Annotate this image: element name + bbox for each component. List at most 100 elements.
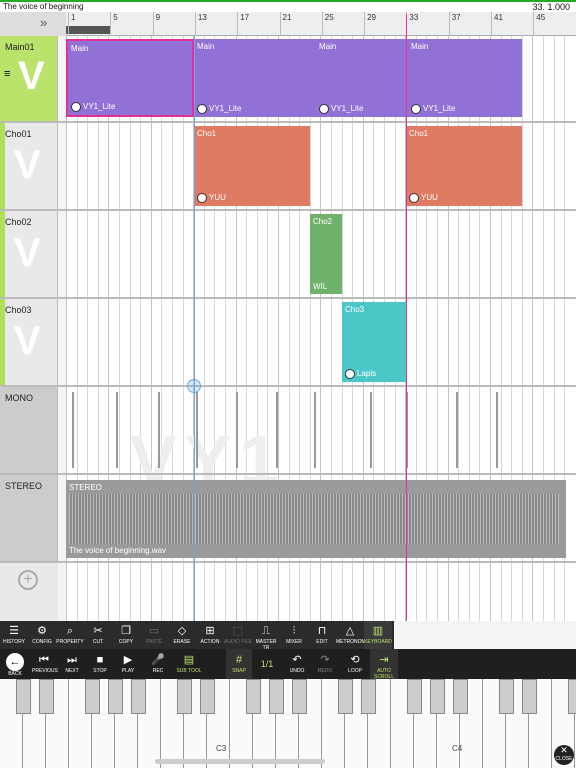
erase-button[interactable]: ◇ ERASE: [168, 621, 196, 649]
subtool-button[interactable]: ▤ SUB TOOL: [174, 649, 204, 679]
clip-main[interactable]: Main VY1_Lite: [316, 39, 408, 117]
track-name: MONO: [5, 393, 33, 403]
keyboard-icon: ▥: [372, 625, 384, 637]
keyboard-scroll-bar[interactable]: [155, 759, 325, 764]
copy-button[interactable]: ❐ COPY: [112, 621, 140, 649]
config-button[interactable]: ⚙ CONFIG: [28, 621, 56, 649]
rec-button[interactable]: 🎤 REC: [146, 649, 170, 679]
track-header-cho01[interactable]: Cho01 V: [0, 123, 58, 209]
cursor-handle[interactable]: [187, 379, 201, 393]
track-header-mono[interactable]: MONO: [0, 387, 58, 473]
mixer-button[interactable]: ⫶ MIXER: [280, 621, 308, 649]
plus-circle-icon[interactable]: +: [18, 570, 38, 590]
undo-label: UNDO: [289, 668, 305, 674]
loop-button[interactable]: ⟲ LOOP: [342, 649, 368, 679]
tool-label: PASTE: [145, 639, 163, 645]
singer-avatar-icon: [197, 193, 207, 203]
menu-icon[interactable]: ≡: [4, 68, 10, 80]
black-key[interactable]: [131, 679, 146, 714]
tool-label: CONFIG: [32, 639, 52, 645]
black-key[interactable]: [338, 679, 353, 714]
track-header-stereo[interactable]: STEREO: [0, 475, 58, 561]
black-key[interactable]: [499, 679, 514, 714]
black-key[interactable]: [177, 679, 192, 714]
tool-label: CUT: [92, 639, 104, 645]
snap-division[interactable]: 1/1: [254, 649, 280, 679]
ruler-tick: [279, 12, 281, 36]
black-key[interactable]: [39, 679, 54, 714]
action-button[interactable]: ⊞ ACTION: [196, 621, 224, 649]
cut-button[interactable]: ✂ CUT: [84, 621, 112, 649]
black-key[interactable]: [361, 679, 376, 714]
edit-button[interactable]: ⊓ EDIT: [308, 621, 336, 649]
timeline-ruler[interactable]: 1 5 9 13 17 21 25 29 33 37 41 45: [66, 12, 576, 36]
previous-button[interactable]: ⏮ PREVIOUS: [32, 649, 58, 679]
undo-button[interactable]: ↶ UNDO: [284, 649, 310, 679]
track-header-cho02[interactable]: Cho02 V: [0, 211, 58, 297]
audio-file-button[interactable]: ⬚ AUDIO FILE: [224, 621, 252, 649]
next-button[interactable]: ⏭ NEXT: [60, 649, 84, 679]
master-tr-button[interactable]: ⎍ MASTER TR: [252, 621, 280, 651]
playhead[interactable]: [406, 14, 407, 621]
black-key[interactable]: [407, 679, 422, 714]
clip-cho1[interactable]: Cho1 YUU: [406, 126, 522, 206]
tool-label: ACTION: [200, 639, 220, 645]
black-key[interactable]: [246, 679, 261, 714]
property-icon: ⌕: [66, 625, 74, 637]
mono-waveform-segment: [314, 392, 316, 468]
stop-button[interactable]: ■ STOP: [88, 649, 112, 679]
track-header-cho03[interactable]: Cho03 V: [0, 299, 58, 385]
waveform: [69, 494, 559, 544]
loop-range[interactable]: [66, 26, 110, 34]
clip-cho3[interactable]: Cho3 Lapis: [342, 302, 406, 382]
autoscroll-button[interactable]: ⇥ AUTO SCROLL: [370, 649, 398, 680]
ruler-tick: [152, 12, 154, 36]
keyboard-button[interactable]: ▥ KEYBOARD: [364, 621, 392, 649]
collapse-button[interactable]: »: [0, 12, 66, 36]
back-button[interactable]: ← BACK: [4, 649, 26, 679]
black-key[interactable]: [568, 679, 576, 714]
mono-waveform-segment: [116, 392, 118, 468]
clip-cho1[interactable]: Cho1 YUU: [194, 126, 310, 206]
redo-icon: ↷: [320, 654, 330, 666]
clip-label: Cho1: [197, 129, 217, 138]
back-arrow-icon: ←: [6, 653, 24, 671]
black-key[interactable]: [108, 679, 123, 714]
track-header-main01[interactable]: Main01 V ≡: [0, 36, 58, 121]
clip-main[interactable]: Main VY1_Lite: [194, 39, 316, 117]
mono-waveform-segment: [236, 392, 238, 468]
black-key[interactable]: [85, 679, 100, 714]
clip-stereo-audio[interactable]: STEREO The voice of beginning.wav: [66, 480, 566, 558]
close-label: CLOSE: [555, 756, 573, 762]
black-key[interactable]: [200, 679, 215, 714]
next-label: NEXT: [65, 668, 79, 674]
black-key[interactable]: [16, 679, 31, 714]
black-key[interactable]: [453, 679, 468, 714]
c3-label: C3: [216, 744, 227, 753]
ruler-label: 21: [282, 13, 292, 22]
paste-button[interactable]: ▭ PASTE: [140, 621, 168, 649]
audio-file-icon: ⬚: [232, 625, 244, 637]
track-separator: [0, 297, 576, 299]
clip-main[interactable]: Main VY1_Lite: [408, 39, 522, 117]
clip-cho2[interactable]: Cho2 WIL: [310, 214, 342, 294]
clip-main[interactable]: Main VY1_Lite: [66, 39, 194, 117]
tool-label: MIXER: [286, 639, 302, 645]
piano-keyboard[interactable]: C3 C4 ✕ CLOSE: [0, 679, 576, 768]
redo-button[interactable]: ↷ REDO: [312, 649, 338, 679]
black-key[interactable]: [269, 679, 284, 714]
snap-button[interactable]: # SNAP: [226, 649, 252, 679]
black-key[interactable]: [292, 679, 307, 714]
ruler-tick: [194, 12, 196, 36]
black-key[interactable]: [430, 679, 445, 714]
double-chevron-right-icon: »: [40, 15, 48, 30]
history-button[interactable]: ☰ HISTORY: [0, 621, 28, 649]
black-key[interactable]: [522, 679, 537, 714]
play-button[interactable]: ▶ PLAY: [116, 649, 140, 679]
ruler-label: 9: [155, 13, 161, 22]
property-button[interactable]: ⌕ PROPERTY: [56, 621, 84, 649]
metronome-button[interactable]: △ METRONOME: [336, 621, 369, 649]
close-keyboard-button[interactable]: ✕ CLOSE: [554, 745, 574, 765]
grid-icon: #: [235, 654, 243, 666]
stop-icon: ■: [96, 654, 104, 666]
